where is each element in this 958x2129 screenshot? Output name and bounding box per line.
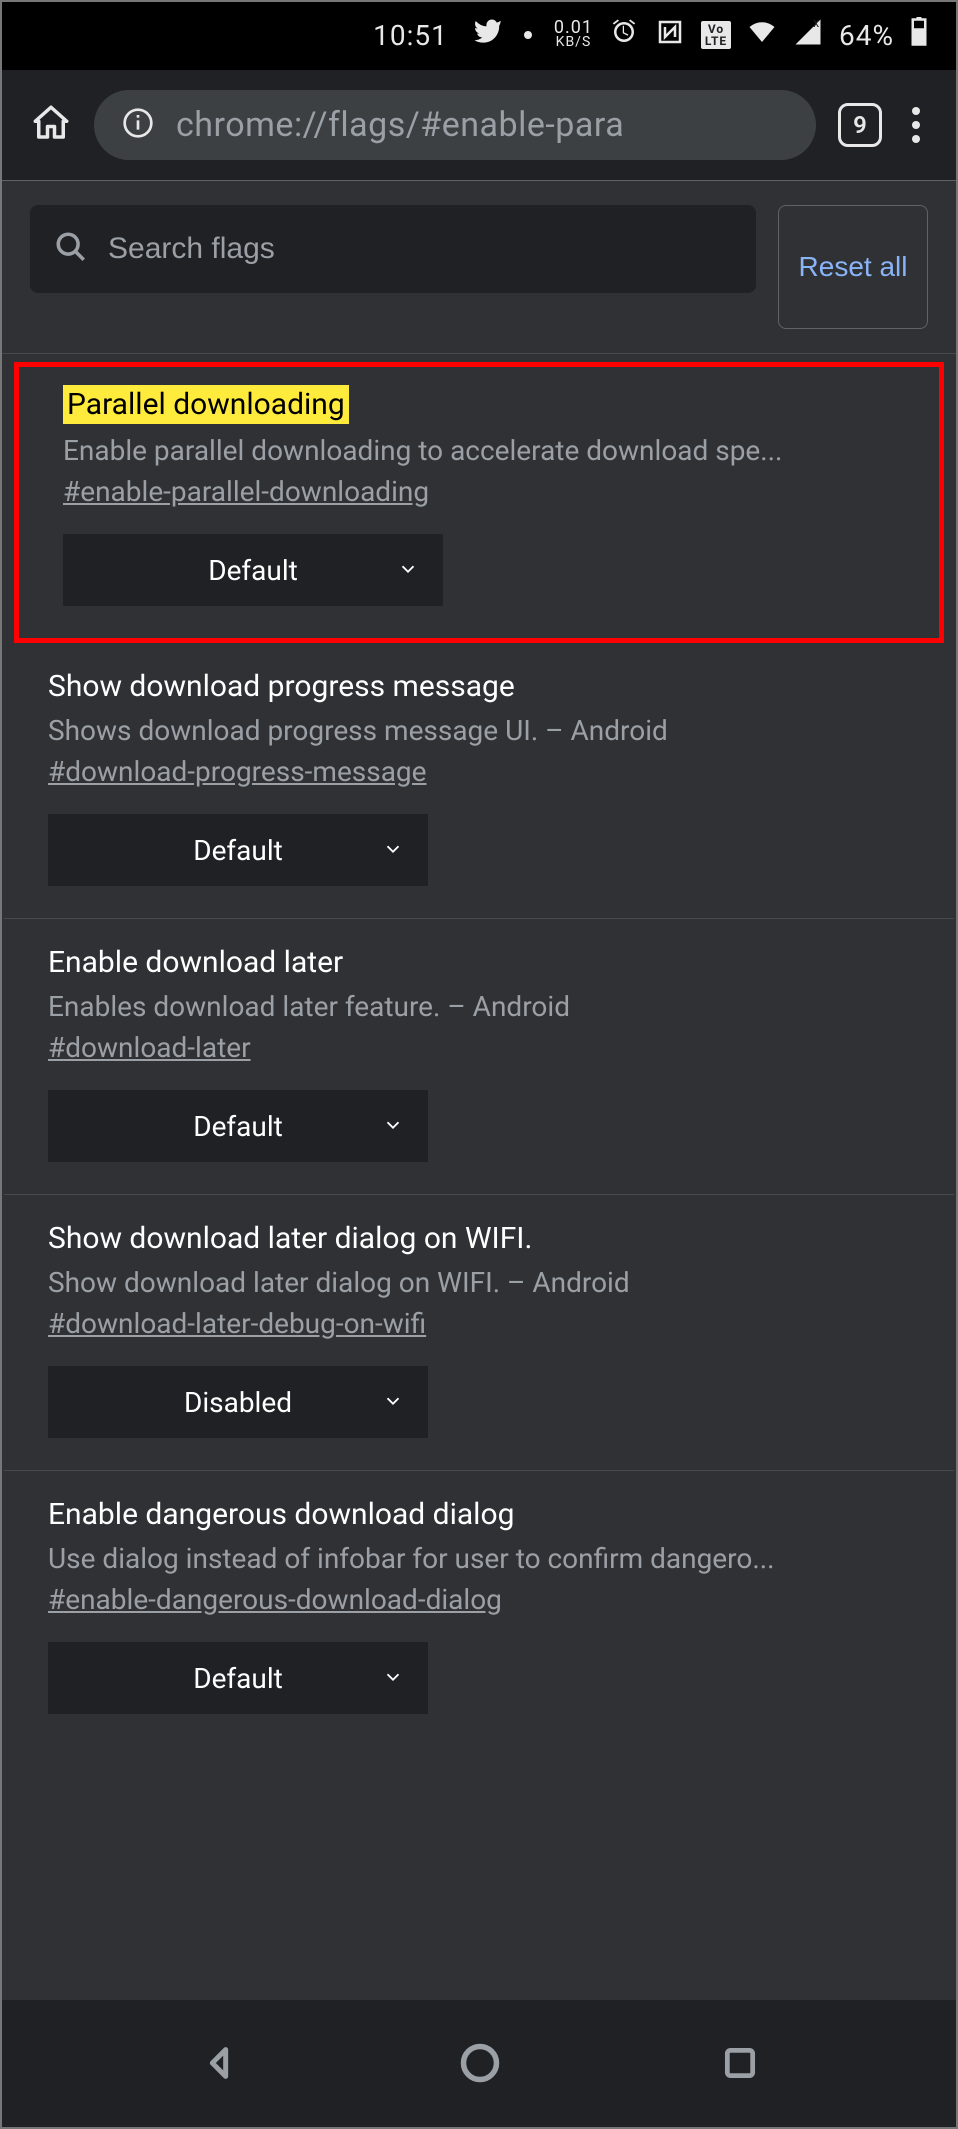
site-info-icon[interactable] [122,107,154,143]
status-time: 10:51 [373,19,448,52]
battery-percentage: 64% [839,19,894,52]
alarm-icon [609,17,639,54]
flag-dropdown-value: Default [193,834,283,867]
svg-text:x: x [813,17,820,31]
flag-title: Parallel downloading [63,385,349,424]
status-dot-icon [524,31,532,39]
nfc-icon [655,17,685,54]
flag-item-download-later-debug-on-wifi: Show download later dialog on WIFI. Show… [4,1195,954,1471]
reset-all-button[interactable]: Reset all [778,205,928,329]
chevron-down-icon [382,1110,404,1143]
search-icon [54,230,88,268]
flag-description: Use dialog instead of infobar for user t… [48,1542,910,1575]
flag-title: Enable download later [48,945,343,980]
flag-hash-link[interactable]: #enable-parallel-downloading [63,475,429,508]
tab-count: 9 [853,111,867,139]
chevron-down-icon [382,834,404,867]
flag-item-download-later: Enable download later Enables download l… [4,919,954,1195]
search-flags-input[interactable] [108,232,732,266]
flag-description: Enable parallel downloading to accelerat… [63,434,895,467]
flag-description: Shows download progress message UI. – An… [48,714,910,747]
flags-list: Parallel downloading Enable parallel dow… [0,362,958,1728]
flag-title: Show download later dialog on WIFI. [48,1221,532,1256]
flag-hash-link[interactable]: #download-progress-message [48,755,427,788]
flag-dropdown[interactable]: Default [48,1642,428,1714]
flag-dropdown-value: Default [193,1662,283,1695]
battery-icon [910,17,928,54]
flags-page: Reset all Parallel downloading Enable pa… [0,180,958,2000]
browser-menu-button[interactable] [904,107,928,143]
browser-toolbar: chrome://flags/#enable-para 9 [0,70,958,180]
flag-item-download-progress-message: Show download progress message Shows dow… [4,643,954,919]
flag-hash-link[interactable]: #enable-dangerous-download-dialog [48,1583,502,1616]
twitter-icon [472,17,502,54]
flag-dropdown[interactable]: Disabled [48,1366,428,1438]
flag-dropdown-value: Default [208,554,298,587]
nav-recents-button[interactable] [721,2044,759,2086]
android-nav-bar [0,2000,958,2129]
flag-description: Enables download later feature. – Androi… [48,990,910,1023]
flag-item-enable-dangerous-download-dialog: Enable dangerous download dialog Use dia… [4,1471,954,1728]
network-speed-indicator: 0.01 KB/S [554,21,593,49]
flag-hash-link[interactable]: #download-later [48,1031,251,1064]
flag-description: Show download later dialog on WIFI. – An… [48,1266,910,1299]
flag-dropdown-value: Disabled [184,1386,292,1419]
flag-hash-link[interactable]: #download-later-debug-on-wifi [48,1307,426,1340]
flag-dropdown[interactable]: Default [48,814,428,886]
wifi-icon [747,17,777,54]
volte-icon: VoLTE [701,21,731,49]
chevron-down-icon [382,1662,404,1695]
flag-dropdown[interactable]: Default [63,534,443,606]
chevron-down-icon [382,1386,404,1419]
search-row: Reset all [0,181,958,354]
home-button[interactable] [30,102,72,148]
flag-title: Enable dangerous download dialog [48,1497,514,1532]
search-flags-box[interactable] [30,205,756,293]
flag-dropdown-value: Default [193,1110,283,1143]
flag-item-parallel-downloading: Parallel downloading Enable parallel dow… [14,362,944,643]
url-text: chrome://flags/#enable-para [176,105,624,145]
flag-dropdown[interactable]: Default [48,1090,428,1162]
nav-back-button[interactable] [199,2043,239,2087]
tab-switcher-button[interactable]: 9 [838,103,882,147]
cellular-signal-icon: x [793,17,823,54]
nav-home-button[interactable] [458,2041,502,2089]
flag-title: Show download progress message [48,669,515,704]
address-bar[interactable]: chrome://flags/#enable-para [94,90,816,160]
chevron-down-icon [397,554,419,587]
android-status-bar: 10:51 0.01 KB/S VoLTE x 64% [0,0,958,70]
